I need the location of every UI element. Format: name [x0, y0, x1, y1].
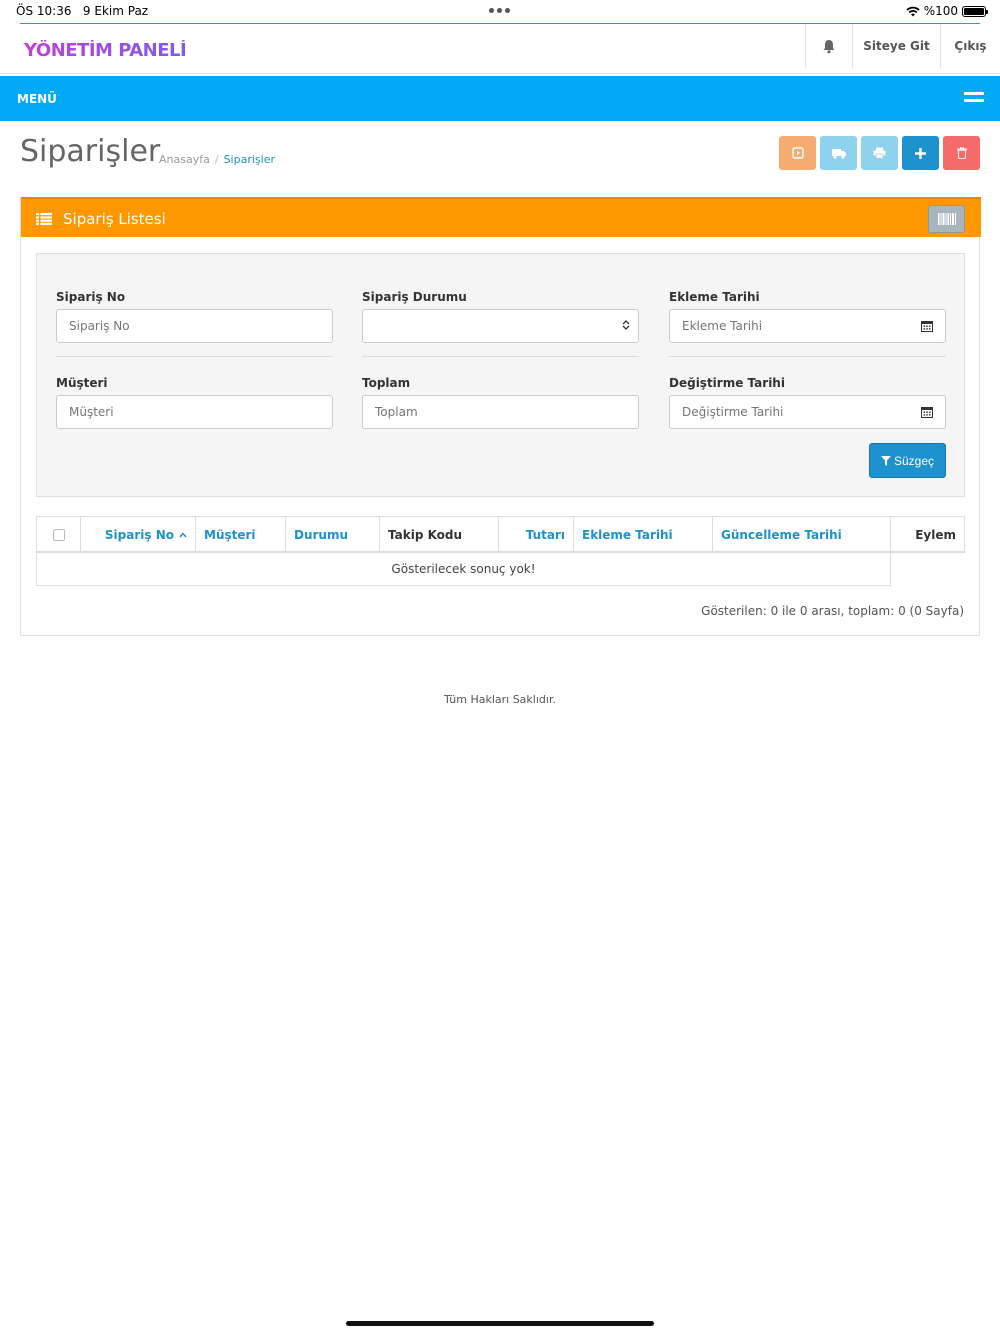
- select-all-cell: [37, 517, 81, 552]
- menu-bar: MENÜ: [0, 76, 1000, 121]
- bell-icon: [823, 39, 835, 53]
- date-modified-label: Değiştirme Tarihi: [669, 376, 785, 390]
- breadcrumb-current[interactable]: Siparişler: [224, 153, 275, 166]
- trash-icon: [956, 147, 967, 159]
- order-no-input[interactable]: [56, 309, 333, 343]
- breadcrumb-home[interactable]: Anasayfa: [159, 153, 210, 166]
- panel-title: Sipariş Listesi: [63, 210, 166, 228]
- shipping-button[interactable]: [820, 136, 857, 170]
- col-amount[interactable]: Tutarı: [499, 517, 574, 552]
- site-link[interactable]: Siteye Git: [852, 24, 940, 68]
- select-all-checkbox[interactable]: [52, 528, 65, 541]
- date-added-calendar-button[interactable]: [908, 309, 946, 343]
- total-label: Toplam: [362, 376, 411, 390]
- print-button[interactable]: [861, 136, 898, 170]
- add-button[interactable]: [902, 136, 939, 170]
- breadcrumb: Anasayfa / Siparişler: [159, 153, 275, 166]
- order-status-label: Sipariş Durumu: [362, 290, 467, 304]
- sort-asc-icon: [179, 531, 187, 537]
- order-list-panel: Sipariş Listesi Sipariş No Sipariş Durum…: [20, 197, 981, 636]
- calendar-icon: [920, 321, 933, 332]
- col-status[interactable]: Durumu: [286, 517, 380, 552]
- col-tracking-code: Takip Kodu: [380, 517, 499, 552]
- wifi-icon: [906, 6, 920, 16]
- date-modified-input[interactable]: [669, 395, 909, 429]
- col-date-updated[interactable]: Güncelleme Tarihi: [713, 517, 891, 552]
- barcode-icon: [937, 213, 956, 225]
- battery-percent: %100: [923, 4, 958, 18]
- panel-header: Sipariş Listesi: [21, 197, 981, 237]
- empty-row: Gösterilecek sonuç yok!: [36, 553, 891, 586]
- col-order-no[interactable]: Sipariş No: [81, 517, 196, 552]
- status-bar: ÖS 10:36 9 Ekim Paz %100: [0, 0, 1000, 24]
- top-header: YÖNETİM PANELİ Siteye Git Çıkış: [0, 24, 1000, 74]
- customer-input[interactable]: [56, 395, 333, 429]
- header-nav: Siteye Git Çıkış: [805, 24, 1000, 68]
- truck-icon: [831, 148, 846, 159]
- order-status-select[interactable]: [362, 309, 639, 343]
- order-no-label: Sipariş No: [56, 290, 126, 304]
- home-indicator[interactable]: [346, 1321, 654, 1326]
- filter-button-label: Süzgeç: [893, 453, 935, 468]
- plus-icon: [915, 147, 926, 159]
- divider: [362, 356, 639, 357]
- more-dots-icon[interactable]: [489, 8, 510, 13]
- print-icon: [873, 147, 886, 159]
- divider: [56, 356, 333, 357]
- page-title: Siparişler: [20, 134, 161, 169]
- filter-box: Sipariş No Sipariş Durumu Ekleme Tarihi …: [36, 253, 965, 497]
- table-header: Sipariş No Müşteri Durumu Takip Kodu Tut…: [36, 516, 965, 553]
- divider: [669, 356, 946, 357]
- col-customer[interactable]: Müşteri: [196, 517, 286, 552]
- logout-link[interactable]: Çıkış: [940, 24, 1000, 68]
- barcode-button[interactable]: [928, 205, 965, 233]
- footer-copyright: Tüm Hakları Saklıdır.: [444, 693, 556, 706]
- calendar-icon: [920, 407, 933, 418]
- notifications-button[interactable]: [805, 24, 852, 68]
- filter-button[interactable]: Süzgeç: [869, 443, 946, 478]
- col-date-added[interactable]: Ekleme Tarihi: [574, 517, 713, 552]
- pagination-info: Gösterilen: 0 ile 0 arası, toplam: 0 (0 …: [701, 604, 964, 618]
- status-right: %100: [906, 4, 988, 18]
- date-added-label: Ekleme Tarihi: [669, 290, 760, 304]
- action-buttons: [779, 136, 980, 170]
- col-action: Eylem: [915, 527, 956, 542]
- invoice-button[interactable]: [779, 136, 816, 170]
- list-icon: [36, 213, 52, 225]
- date-modified-calendar-button[interactable]: [908, 395, 946, 429]
- select-arrows-icon: [622, 320, 630, 330]
- status-time: ÖS 10:36 9 Ekim Paz: [16, 4, 149, 18]
- menu-label[interactable]: MENÜ: [17, 92, 57, 106]
- delete-button[interactable]: [943, 136, 980, 170]
- date-added-input[interactable]: [669, 309, 909, 343]
- customer-label: Müşteri: [56, 376, 108, 390]
- battery-icon: [962, 5, 988, 17]
- total-input[interactable]: [362, 395, 639, 429]
- hamburger-icon[interactable]: [964, 92, 984, 104]
- filter-icon: [880, 455, 891, 466]
- logo[interactable]: YÖNETİM PANELİ: [24, 40, 187, 61]
- play-square-icon: [791, 147, 804, 159]
